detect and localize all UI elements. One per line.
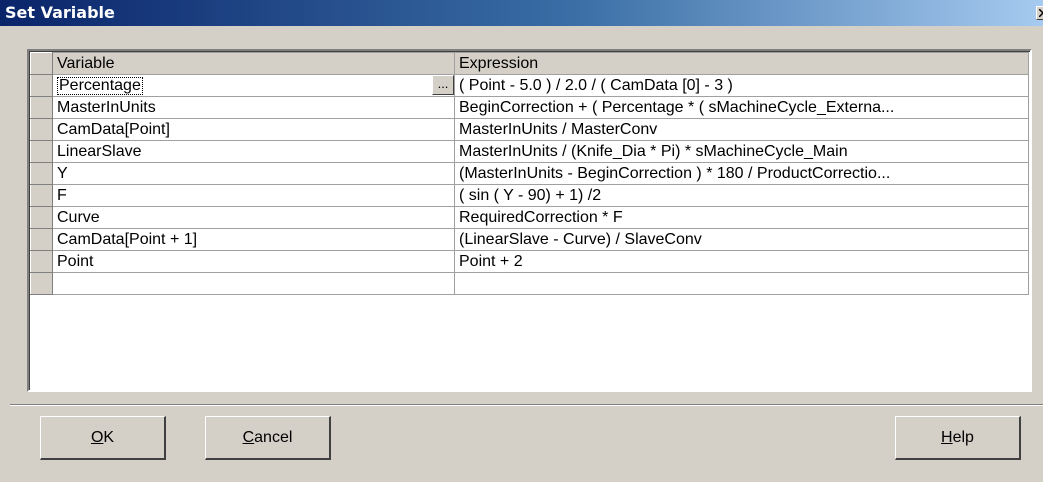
ellipsis-button[interactable]: ... <box>432 75 454 95</box>
table-row[interactable]: Point Point + 2 <box>30 250 1029 273</box>
row-selector[interactable] <box>30 140 53 163</box>
variable-cell[interactable]: MasterInUnits <box>52 96 455 119</box>
row-selector[interactable] <box>30 272 53 295</box>
expression-cell[interactable]: BeginCorrection + ( Percentage * ( sMach… <box>454 96 1029 119</box>
expression-cell[interactable]: Point + 2 <box>454 250 1029 273</box>
variables-table: Variable Expression Percentage...( Point… <box>30 52 1029 295</box>
header-row: Variable Expression <box>30 52 1029 75</box>
row-selector[interactable] <box>30 74 53 97</box>
expression-cell[interactable] <box>454 272 1029 295</box>
cancel-button[interactable]: Cancel <box>205 416 331 460</box>
table-row[interactable]: Percentage...( Point - 5.0 ) / 2.0 / ( C… <box>30 74 1029 97</box>
row-selector[interactable] <box>30 96 53 119</box>
cancel-label-rest: ancel <box>254 428 293 446</box>
table-row[interactable] <box>30 272 1029 295</box>
row-selector[interactable] <box>30 184 53 207</box>
column-header-variable[interactable]: Variable <box>52 52 455 75</box>
column-header-expression[interactable]: Expression <box>454 52 1029 75</box>
variables-grid[interactable]: Variable Expression Percentage...( Point… <box>27 49 1032 392</box>
expression-cell[interactable]: (LinearSlave - Curve) / SlaveConv <box>454 228 1029 251</box>
expression-cell[interactable]: RequiredCorrection * F <box>454 206 1029 229</box>
expression-cell[interactable]: MasterInUnits / (Knife_Dia * Pi) * sMach… <box>454 140 1029 163</box>
table-row[interactable]: CamData[Point + 1] (LinearSlave - Curve) … <box>30 228 1029 251</box>
expression-cell[interactable]: (MasterInUnits - BeginCorrection ) * 180… <box>454 162 1029 185</box>
table-row[interactable]: Y (MasterInUnits - BeginCorrection ) * 18… <box>30 162 1029 185</box>
close-button[interactable] <box>1036 6 1043 20</box>
variable-cell[interactable]: Point <box>52 250 455 273</box>
cancel-mnemonic: C <box>242 428 255 446</box>
row-selector[interactable] <box>30 118 53 141</box>
window-title: Set Variable <box>5 3 115 22</box>
variable-cell[interactable]: LinearSlave <box>52 140 455 163</box>
variable-cell[interactable]: CamData[Point] <box>52 118 455 141</box>
variable-cell[interactable]: CamData[Point + 1] <box>52 228 455 251</box>
table-row[interactable]: LinearSlave MasterInUnits / (Knife_Dia * … <box>30 140 1029 163</box>
close-icon <box>1039 9 1043 17</box>
ok-button[interactable]: OK <box>40 416 166 460</box>
ok-label-rest: K <box>103 428 115 446</box>
expression-cell[interactable]: ( sin ( Y - 90) + 1) /2 <box>454 184 1029 207</box>
table-row[interactable]: CamData[Point] MasterInUnits / MasterConv <box>30 118 1029 141</box>
variable-cell[interactable]: Curve <box>52 206 455 229</box>
variable-cell-value: Percentage <box>57 76 143 95</box>
title-bar: Set Variable <box>0 0 1043 26</box>
table-row[interactable]: MasterInUnits BeginCorrection + ( Percent… <box>30 96 1029 119</box>
table-row[interactable]: F( sin ( Y - 90) + 1) /2 <box>30 184 1029 207</box>
table-row[interactable]: Curve RequiredCorrection * F <box>30 206 1029 229</box>
ok-mnemonic: O <box>90 428 104 446</box>
help-button[interactable]: Help <box>895 416 1021 460</box>
help-label-rest: elp <box>952 428 974 446</box>
expression-cell[interactable]: ( Point - 5.0 ) / 2.0 / ( CamData [0] - … <box>454 74 1029 97</box>
variable-cell[interactable]: Y <box>52 162 455 185</box>
separator-highlight <box>10 405 1043 406</box>
variable-cell[interactable] <box>52 272 455 295</box>
help-mnemonic: H <box>941 428 953 446</box>
corner-header[interactable] <box>30 52 53 75</box>
expression-cell[interactable]: MasterInUnits / MasterConv <box>454 118 1029 141</box>
variable-cell[interactable]: F <box>52 184 455 207</box>
row-selector[interactable] <box>30 228 53 251</box>
variable-cell[interactable]: Percentage... <box>52 74 455 97</box>
row-selector[interactable] <box>30 206 53 229</box>
row-selector[interactable] <box>30 250 53 273</box>
row-selector[interactable] <box>30 162 53 185</box>
